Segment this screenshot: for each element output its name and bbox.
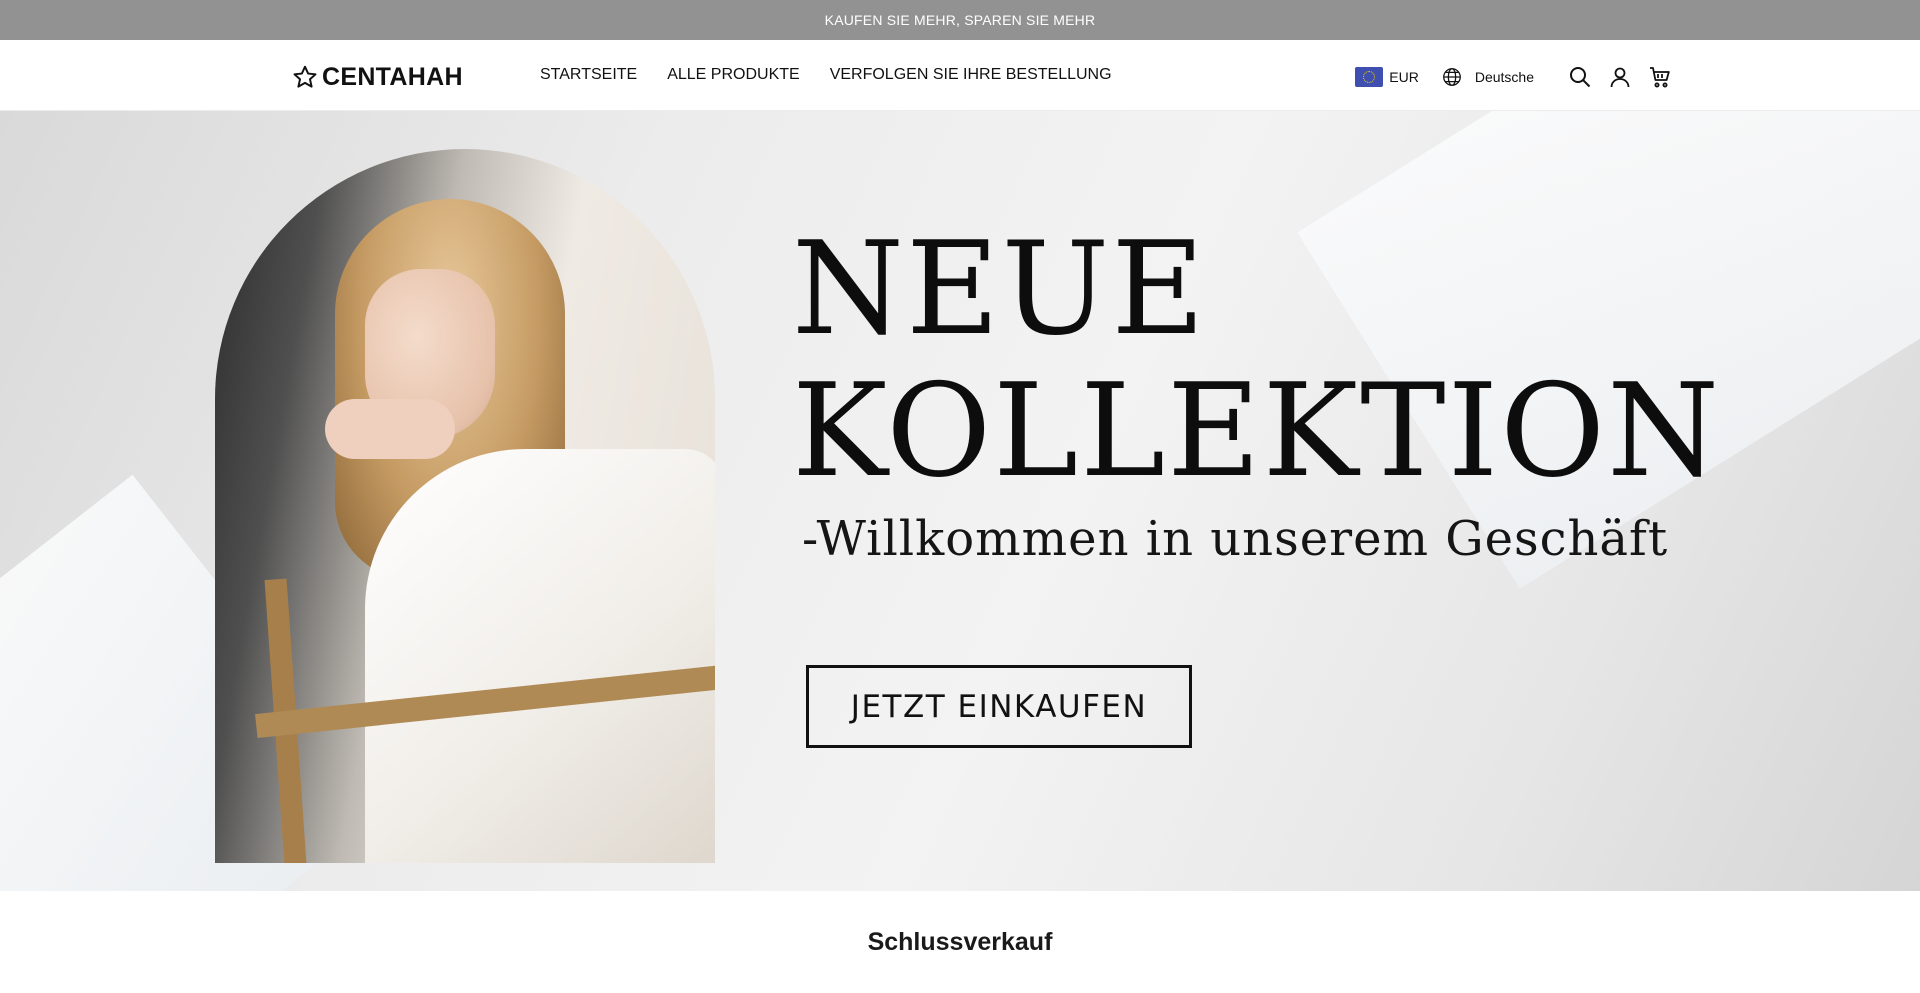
hero-banner: NEUE KOLLEKTION -Willkommen in unserem G… [0,111,1920,891]
hero-title: NEUE KOLLEKTION [792,219,1721,503]
cart-icon[interactable] [1648,65,1672,89]
account-icon[interactable] [1608,65,1632,89]
shop-now-button[interactable]: JETZT EINKAUFEN [806,665,1192,748]
currency-selector[interactable]: EUR [1355,67,1419,87]
search-icon[interactable] [1568,65,1592,89]
logo-link[interactable]: CENTAHAH [292,62,463,92]
announcement-bar: ⁠KAUFEN SIE MEHR, SPAREN SIE MEHR⁠ [0,0,1920,40]
star-logo-icon [293,65,317,88]
nav-item-all-products[interactable]: ALLE PRODUKTE [667,66,799,90]
nav-item-track-order[interactable]: VERFOLGEN SIE IHRE BESTELLUNG [830,66,1112,90]
eu-flag-icon [1355,67,1384,87]
announcement-text: ⁠KAUFEN SIE MEHR, SPAREN SIE MEHR⁠ [824,12,1096,28]
nav-item-home[interactable]: STARTSEITE [540,66,637,90]
globe-icon [1442,68,1461,86]
site-header: CENTAHAH STARTSEITE ALLE PRODUKTE VERFOL… [0,40,1920,111]
currency-label: EUR [1389,69,1419,85]
language-selector[interactable]: Deutsche [1441,66,1534,88]
main-nav: STARTSEITE ALLE PRODUKTE VERFOLGEN SIE I… [540,66,1112,90]
language-label: Deutsche [1474,69,1534,85]
hero-subtitle: -Willkommen in unserem Geschäft [802,511,1669,567]
hero-title-line-2: KOLLEKTION [792,357,1722,506]
hero-model-photo [215,149,715,863]
section-title-sale: Schlussverkauf [867,928,1053,956]
hero-title-line-1: NEUE [792,215,1207,364]
logo-text: CENTAHAH [322,62,463,91]
header-tools: EUR Deutsche [1355,62,1672,92]
